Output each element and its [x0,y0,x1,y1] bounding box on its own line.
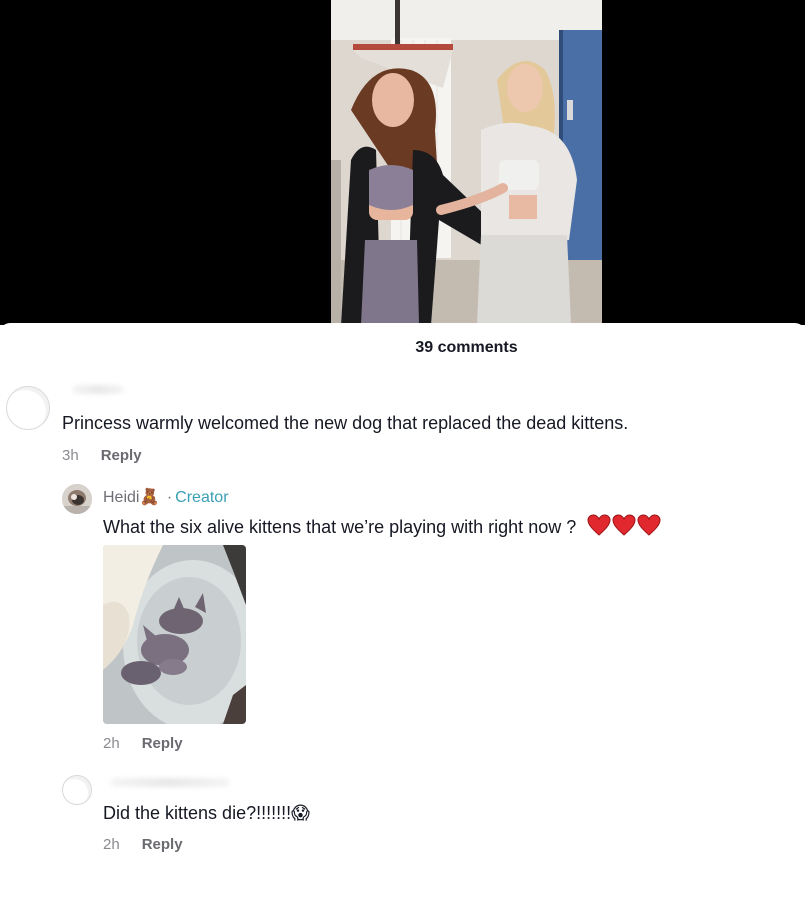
comment-time: 2h [103,735,120,752]
comments-count-title: 39 comments [415,339,518,356]
screaming-face-emoji: 😱 [291,803,310,823]
author-line: Heidi🧸 · Creator [103,487,229,507]
comment-meta: 2h Reply [103,836,183,853]
creator-badge: Creator [175,489,229,506]
separator: · [166,489,173,506]
kittens-photo [103,545,246,724]
red-heart-icon [612,514,636,536]
red-heart-icon [587,514,611,536]
comment-photo[interactable] [103,545,246,724]
reply-button[interactable]: Reply [142,735,183,752]
comment-text: Princess warmly welcomed the new dog tha… [62,413,629,433]
tiktok-comments-screen: 39 comments Princess warmly welcomed the… [0,0,805,900]
username-redacted [110,778,230,787]
video-player[interactable] [0,0,805,325]
avatar[interactable] [6,386,50,430]
comment-text-body: What the six alive kittens that we’re pl… [103,517,577,537]
reply-button[interactable]: Reply [101,447,142,464]
comment-time: 3h [62,447,79,464]
avatar-image [62,484,92,514]
video-frame[interactable] [331,0,602,325]
comment-time: 2h [103,836,120,853]
video-thumbnail-image [331,0,602,325]
teddy-bear-emoji: 🧸 [139,489,160,506]
reply-button[interactable]: Reply [142,836,183,853]
author-name[interactable]: Heidi [103,489,139,506]
comment-text-body: Did the kittens die?!!!!!!! [103,803,292,823]
red-heart-icon [637,514,661,536]
comment-text: Did the kittens die?!!!!!!!😱 [103,803,310,824]
hearts-emoji [587,514,662,541]
avatar[interactable] [62,775,92,805]
comment-meta: 2h Reply [103,735,183,752]
comment-meta: 3h Reply [62,447,142,464]
avatar[interactable] [62,484,92,514]
username-redacted [72,385,124,394]
comments-sheet[interactable]: 39 comments Princess warmly welcomed the… [0,323,805,900]
comment-text: What the six alive kittens that we’re pl… [103,514,662,541]
